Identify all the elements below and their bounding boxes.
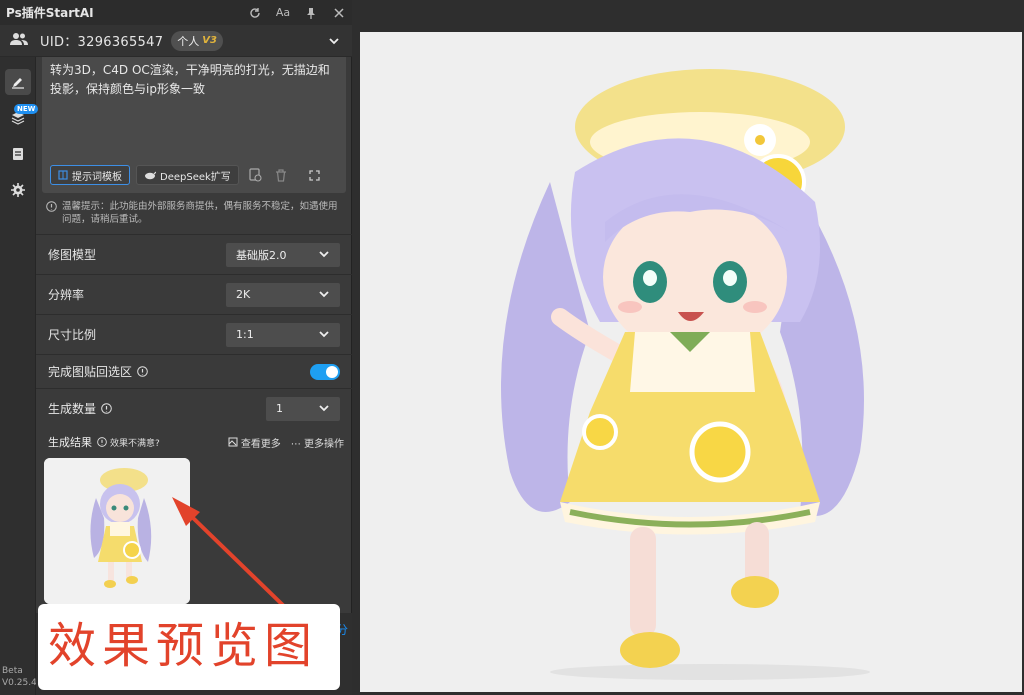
paste-back-label: 完成图贴回选区 <box>48 365 133 379</box>
users-icon <box>10 31 28 50</box>
gallery-icon <box>228 437 238 446</box>
pin-icon[interactable] <box>304 6 318 20</box>
plan-label: 个人 <box>177 34 200 48</box>
user-bar[interactable]: UID：3296365547 个人 V3 <box>0 25 352 57</box>
app-window: Ps插件StartAI Aa UID：3296365547 个人 V3 NEW … <box>0 0 1024 695</box>
notes-button[interactable] <box>5 141 31 167</box>
template-button-label: 提示词模板 <box>72 171 122 183</box>
chibi-figure-render-image <box>360 32 1022 692</box>
chevron-down-icon[interactable] <box>328 32 340 51</box>
gear-icon <box>11 183 25 197</box>
view-more-link[interactable]: 查看更多 <box>228 435 281 450</box>
book-icon <box>58 170 68 180</box>
tip-text: 温馨提示：此功能由外部服务商提供，偶有服务不稳定，如遇使用问题，请稍后重试。 <box>46 200 342 226</box>
chibi-figure-thumbnail-image <box>44 458 190 604</box>
model-row: 修图模型 基础版2.0 <box>36 234 352 274</box>
prompt-textarea[interactable]: 转为3D，C4D OC渲染，干净明亮的打光，无描边和投影，保持颜色与ip形象一致… <box>42 57 346 193</box>
new-tag: NEW <box>14 104 39 114</box>
unsatisfied-link[interactable]: 效果不满意? <box>110 436 160 449</box>
count-label: 生成数量 <box>48 402 97 416</box>
settings-button[interactable] <box>5 177 31 203</box>
ellipsis-icon: ⋯ <box>290 438 301 450</box>
ratio-label: 尺寸比例 <box>48 328 97 342</box>
deepseek-button[interactable]: DeepSeek扩写 <box>136 165 239 185</box>
annotation-text: 效果预览图 <box>48 618 319 674</box>
level-label: V3 <box>202 35 217 46</box>
version-line1: Beta <box>2 666 23 676</box>
paste-back-row: 完成图贴回选区 <box>36 354 352 388</box>
version-line2: V0.25.4 <box>2 678 37 688</box>
info-icon[interactable] <box>101 403 112 414</box>
main-content: 转为3D，C4D OC渲染，干净明亮的打光，无描边和投影，保持颜色与ip形象一致… <box>36 57 352 695</box>
view-more-label: 查看更多 <box>240 438 281 450</box>
info-icon[interactable] <box>137 366 148 377</box>
template-button[interactable]: 提示词模板 <box>50 165 130 185</box>
more-actions-label: 更多操作 <box>304 438 344 450</box>
model-select[interactable]: 基础版2.0 <box>226 242 340 267</box>
results-header: 生成结果 效果不满意? 查看更多 ⋯ 更多操作 <box>48 433 348 451</box>
notepad-icon <box>13 148 23 160</box>
paste-back-toggle[interactable] <box>310 363 340 380</box>
user-uid: UID：3296365547 <box>40 35 164 50</box>
model-label: 修图模型 <box>48 248 97 262</box>
trash-icon[interactable] <box>271 165 291 185</box>
pencil-icon <box>12 78 24 89</box>
refresh-icon[interactable] <box>248 6 262 20</box>
resolution-value: 2K <box>236 288 251 301</box>
tip-content: 温馨提示：此功能由外部服务商提供，偶有服务不稳定，如遇使用问题，请稍后重试。 <box>62 201 338 225</box>
ratio-value: 1:1 <box>236 328 254 341</box>
resolution-label: 分辨率 <box>48 288 85 302</box>
window-title: Ps插件StartAI <box>6 6 94 20</box>
plan-badge: 个人 V3 <box>171 30 223 51</box>
version-label: Beta V0.25.4 <box>2 665 37 689</box>
info-icon[interactable] <box>97 437 107 447</box>
chevron-down-icon <box>318 288 330 303</box>
ratio-row: 尺寸比例 1:1 <box>36 314 352 354</box>
plugin-panel: Ps插件StartAI Aa UID：3296365547 个人 V3 NEW … <box>0 0 352 695</box>
expand-icon[interactable] <box>305 165 325 185</box>
font-size-icon[interactable]: Aa <box>276 6 290 20</box>
chevron-down-icon <box>318 248 330 263</box>
ratio-select[interactable]: 1:1 <box>226 322 340 347</box>
resolution-row: 分辨率 2K <box>36 274 352 314</box>
more-actions-link[interactable]: ⋯ 更多操作 <box>291 435 344 450</box>
title-bar: Ps插件StartAI Aa <box>0 0 352 25</box>
history-icon[interactable] <box>245 165 265 185</box>
prompt-text[interactable]: 转为3D，C4D OC渲染，干净明亮的打光，无描边和投影，保持颜色与ip形象一致 <box>50 61 338 99</box>
whale-icon <box>145 171 156 179</box>
count-select[interactable]: 1 <box>266 396 340 421</box>
results-label: 生成结果 <box>48 436 92 449</box>
document-canvas[interactable] <box>360 32 1022 692</box>
chevron-down-icon <box>318 328 330 343</box>
resolution-select[interactable]: 2K <box>226 282 340 307</box>
deepseek-button-label: DeepSeek扩写 <box>160 171 231 183</box>
count-value: 1 <box>276 402 283 415</box>
count-row: 生成数量 1 <box>36 388 352 428</box>
chevron-down-icon <box>318 402 330 417</box>
result-thumbnail[interactable] <box>44 458 190 604</box>
info-icon <box>46 201 57 216</box>
model-value: 基础版2.0 <box>236 248 287 262</box>
toggle-knob <box>326 365 338 378</box>
close-icon[interactable] <box>332 6 346 20</box>
edit-tool-button[interactable] <box>5 69 31 95</box>
sidebar: NEW Beta V0.25.4 <box>0 57 39 695</box>
